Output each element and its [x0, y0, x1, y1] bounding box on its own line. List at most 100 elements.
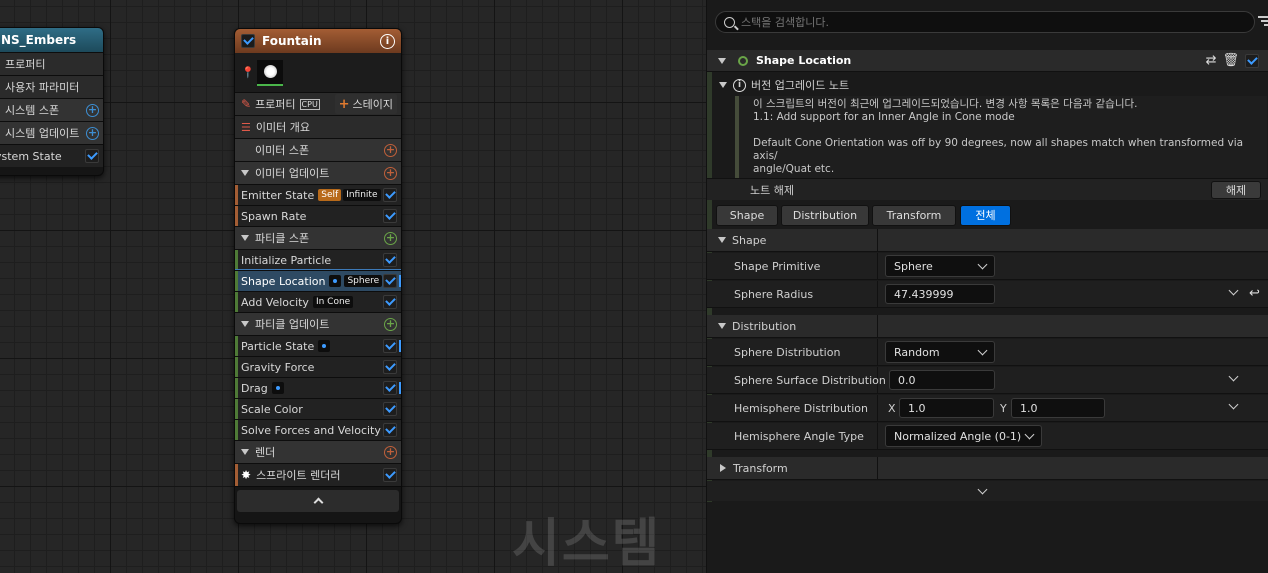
version-note-header[interactable]: i 버전 업그레이드 노트 — [707, 74, 1268, 96]
filter-icon[interactable] — [1258, 16, 1268, 26]
tab-transform[interactable]: Transform — [872, 204, 956, 226]
system-row-user-params[interactable]: 사용자 파라미터 — [0, 75, 103, 98]
emitter-enable-checkbox[interactable] — [241, 34, 255, 48]
collapse-node-button[interactable] — [237, 489, 399, 512]
collapse-arrow-icon[interactable] — [718, 323, 726, 329]
module-enable-checkbox[interactable] — [383, 402, 397, 416]
module-enable-checkbox[interactable] — [383, 360, 397, 374]
expand-arrow-icon[interactable] — [720, 464, 726, 472]
hemisphere-x-input[interactable]: 1.0 — [899, 398, 994, 418]
system-row-properties[interactable]: 프로퍼티 — [0, 52, 103, 75]
chevron-down-icon[interactable] — [1228, 371, 1239, 382]
dot-icon — [318, 340, 331, 352]
info-icon[interactable]: i — [380, 33, 395, 49]
add-module-icon[interactable]: + — [384, 445, 397, 459]
tab-distribution[interactable]: Distribution — [781, 204, 869, 226]
module-sprite-renderer[interactable]: ✸ 스프라이트 렌더러 — [235, 463, 401, 486]
collapse-arrow-icon[interactable] — [241, 449, 249, 455]
search-input[interactable] — [741, 15, 1221, 29]
emitter-summary-row[interactable]: ☰ 이미터 개요 — [235, 115, 401, 138]
row-color-bar — [235, 357, 238, 377]
tab-shape[interactable]: Shape — [716, 204, 778, 226]
section-label: 파티클 업데이트 — [255, 318, 330, 331]
add-stage-button[interactable]: + 스테이지 — [334, 94, 397, 114]
module-add-velocity[interactable]: Add Velocity In Cone — [235, 291, 401, 312]
collapse-arrow-icon[interactable] — [241, 170, 249, 176]
module-enable-checkbox[interactable] — [383, 209, 397, 223]
module-enable-checkbox[interactable] — [383, 381, 397, 395]
emitter-spawn-section[interactable]: 이미터 스폰 + — [235, 138, 401, 161]
collapse-arrow-icon[interactable] — [241, 321, 249, 327]
collapse-arrow-icon[interactable] — [718, 57, 726, 64]
shape-section-header[interactable]: Shape — [707, 229, 1268, 252]
module-particle-state[interactable]: Particle State — [235, 335, 401, 356]
trash-icon[interactable]: 🗑 — [1222, 53, 1239, 68]
add-module-icon[interactable]: + — [384, 317, 397, 331]
add-module-icon[interactable]: + — [384, 166, 397, 180]
module-solve-forces[interactable]: Solve Forces and Velocity — [235, 419, 401, 440]
sphere-radius-row: Sphere Radius 47.439999 ↩ — [707, 281, 1268, 308]
emitter-node-header[interactable]: Fountain i — [235, 29, 401, 53]
sphere-radius-input[interactable]: 47.439999 — [885, 284, 995, 304]
reset-arrow-icon[interactable]: ↩ — [1249, 286, 1260, 301]
chevron-down-icon — [977, 259, 988, 269]
system-row-spawn[interactable]: 시스템 스폰 + — [0, 98, 103, 121]
module-enable-checkbox[interactable] — [383, 253, 397, 267]
module-scale-color[interactable]: Scale Color — [235, 398, 401, 419]
tab-all[interactable]: 전체 — [960, 204, 1011, 226]
hemisphere-angle-dropdown[interactable]: Normalized Angle (0-1) — [885, 425, 1042, 447]
module-enable-checkbox[interactable] — [383, 188, 397, 202]
add-module-icon[interactable]: + — [86, 103, 99, 117]
module-drag[interactable]: Drag — [235, 377, 401, 398]
particle-update-section[interactable]: 파티클 업데이트 + — [235, 312, 401, 335]
chevron-down-icon[interactable] — [1228, 285, 1239, 296]
dropdown-value: Normalized Angle (0-1) — [894, 429, 1022, 443]
module-enable-checkbox[interactable] — [383, 339, 397, 353]
graph-canvas[interactable]: 시스템 NS_Embers 프로퍼티 사용자 파라미터 시스템 스폰 + 시스템… — [0, 0, 706, 573]
system-row-state[interactable]: ystem State — [0, 144, 103, 167]
pin-icon[interactable]: 📍 — [241, 66, 255, 79]
chevron-down-icon[interactable] — [1228, 399, 1239, 410]
particle-spawn-section[interactable]: 파티클 스폰 + — [235, 226, 401, 249]
add-module-icon[interactable]: + — [86, 126, 99, 140]
emitter-thumbnail[interactable] — [257, 59, 283, 86]
module-initialize-particle[interactable]: Initialize Particle — [235, 249, 401, 270]
add-module-icon[interactable]: + — [384, 143, 397, 157]
collapse-arrow-icon[interactable] — [241, 235, 249, 241]
surface-distribution-input[interactable]: 0.0 — [889, 370, 995, 390]
module-enable-checkbox[interactable] — [383, 468, 397, 482]
emitter-properties-row[interactable]: ✎ 프로퍼티 CPU + 스테이지 — [235, 92, 401, 115]
shuffle-icon[interactable]: ⇄ — [1206, 53, 1217, 68]
chevron-down-icon[interactable] — [977, 484, 987, 494]
system-row-update[interactable]: 시스템 업데이트 + — [0, 121, 103, 144]
emitter-update-section[interactable]: 이미터 업데이트 + — [235, 161, 401, 184]
transform-section-header[interactable]: Transform — [707, 457, 1268, 480]
distribution-section-header[interactable]: Distribution — [707, 315, 1268, 338]
emitter-node[interactable]: Fountain i 📍 ✎ 프로퍼티 CPU + 스테이지 ☰ 이미터 개요 … — [234, 28, 402, 524]
enable-checkbox[interactable] — [85, 149, 99, 163]
module-gravity-force[interactable]: Gravity Force — [235, 356, 401, 377]
collapse-arrow-icon[interactable] — [719, 82, 727, 88]
section-label: 이미터 스폰 — [255, 144, 310, 157]
module-enable-checkbox[interactable] — [1245, 53, 1259, 68]
module-spawn-rate[interactable]: Spawn Rate — [235, 205, 401, 226]
section-label: 이미터 업데이트 — [255, 167, 330, 180]
module-shape-location[interactable]: Shape Location Sphere — [235, 269, 401, 292]
collapse-arrow-icon[interactable] — [718, 237, 726, 243]
add-module-icon[interactable]: + — [384, 231, 397, 245]
sphere-distribution-dropdown[interactable]: Random — [885, 341, 995, 363]
module-emitter-state[interactable]: Emitter State Self Infinite — [235, 184, 401, 205]
system-node[interactable]: NS_Embers 프로퍼티 사용자 파라미터 시스템 스폰 + 시스템 업데이… — [0, 27, 104, 176]
show-more-row[interactable] — [707, 481, 1268, 501]
shape-primitive-dropdown[interactable]: Sphere — [885, 255, 995, 277]
module-enable-checkbox[interactable] — [383, 295, 397, 309]
system-row-label: 프로퍼티 — [5, 58, 46, 71]
dismiss-button[interactable]: 해제 — [1211, 180, 1261, 199]
hemisphere-y-input[interactable]: 1.0 — [1011, 398, 1105, 418]
module-header[interactable]: Shape Location ⇄ 🗑 — [707, 50, 1268, 72]
stack-search-box[interactable] — [715, 11, 1255, 33]
system-node-header[interactable]: NS_Embers — [0, 28, 103, 52]
module-enable-checkbox[interactable] — [383, 274, 397, 288]
render-section[interactable]: 렌더 + — [235, 440, 401, 463]
module-enable-checkbox[interactable] — [383, 423, 397, 437]
